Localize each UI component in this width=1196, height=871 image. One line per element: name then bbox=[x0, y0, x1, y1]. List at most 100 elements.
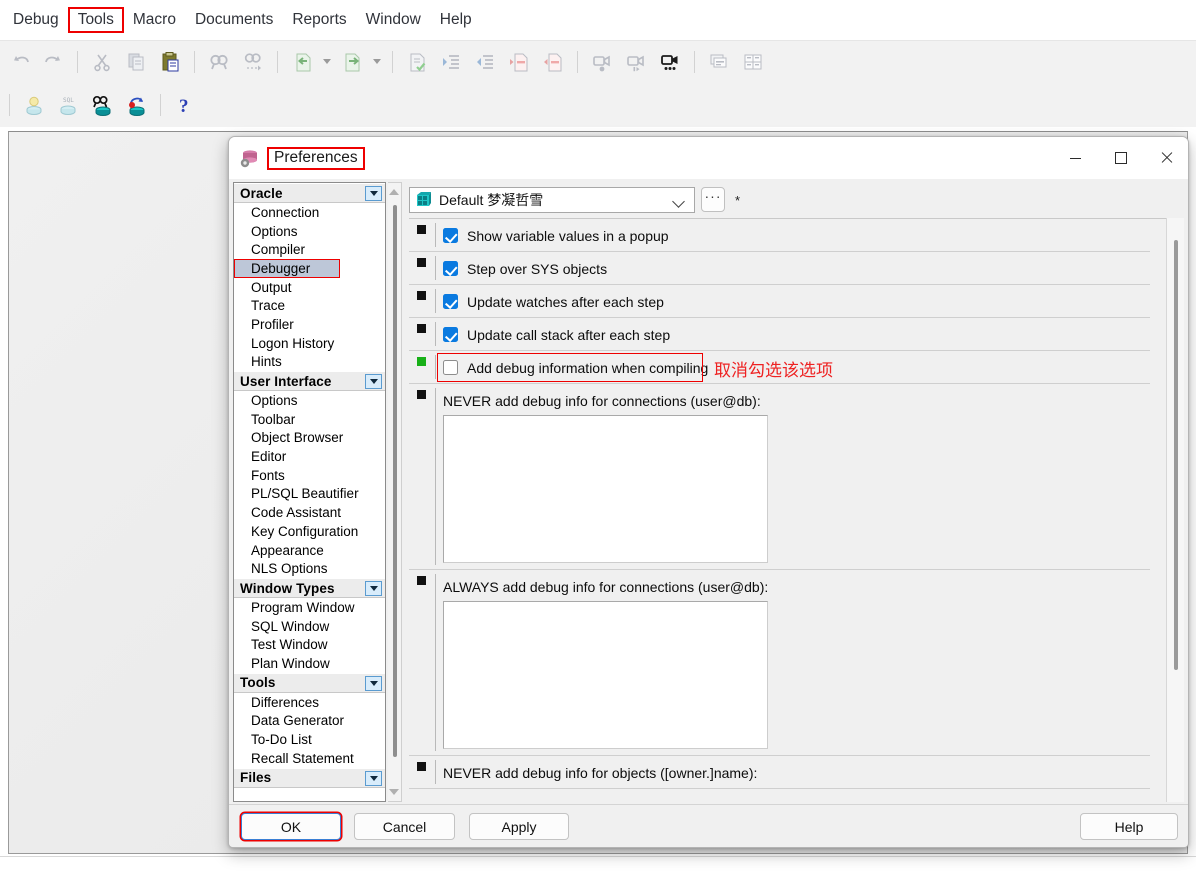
macro-library-icon[interactable] bbox=[653, 45, 687, 79]
cancel-button[interactable]: Cancel bbox=[354, 813, 455, 840]
export-icon[interactable] bbox=[335, 45, 369, 79]
sidebar-item-object-browser[interactable]: Object Browser bbox=[234, 429, 385, 448]
option-label[interactable]: Update call stack after each step bbox=[467, 327, 670, 343]
menu-item-documents[interactable]: Documents bbox=[186, 8, 282, 32]
profile-more-button[interactable]: ··· bbox=[701, 187, 725, 212]
outdent-icon[interactable] bbox=[468, 45, 502, 79]
sidebar-item-options[interactable]: Options bbox=[234, 391, 385, 410]
menu-item-window[interactable]: Window bbox=[357, 8, 430, 32]
checkbox-update-watches-after-each-step[interactable] bbox=[443, 294, 458, 309]
chevron-down-icon[interactable] bbox=[674, 195, 686, 207]
maximize-button[interactable] bbox=[1098, 137, 1144, 179]
sidebar-item-fonts[interactable]: Fonts bbox=[234, 466, 385, 485]
check-syntax-icon[interactable] bbox=[400, 45, 434, 79]
checkbox-step-over-sys-objects[interactable] bbox=[443, 261, 458, 276]
paste-icon[interactable] bbox=[153, 45, 187, 79]
tree-group-expander-icon[interactable] bbox=[365, 581, 382, 597]
tree-group-oracle[interactable]: Oracle bbox=[234, 183, 385, 203]
tree-group-expander-icon[interactable] bbox=[365, 675, 382, 691]
sidebar-item-differences[interactable]: Differences bbox=[234, 693, 385, 712]
copy-icon[interactable] bbox=[119, 45, 153, 79]
scroll-up-arrow-icon[interactable] bbox=[388, 184, 400, 200]
sidebar-item-trace[interactable]: Trace bbox=[234, 296, 385, 315]
sidebar-scrollbar[interactable] bbox=[388, 182, 402, 802]
dialog-title-bar[interactable]: Preferences bbox=[229, 137, 1188, 179]
option-label[interactable]: Step over SYS objects bbox=[467, 261, 607, 277]
import-icon[interactable] bbox=[285, 45, 319, 79]
menu-item-tools[interactable]: Tools bbox=[67, 7, 124, 33]
sidebar-item-test-window[interactable]: Test Window bbox=[234, 635, 385, 654]
tree-group-user-interface[interactable]: User Interface bbox=[234, 371, 385, 392]
tile-windows-icon[interactable] bbox=[736, 45, 770, 79]
menu-item-reports[interactable]: Reports bbox=[283, 8, 355, 32]
sidebar-item-debugger[interactable]: Debugger bbox=[234, 259, 340, 278]
sidebar-item-program-window[interactable]: Program Window bbox=[234, 598, 385, 617]
sidebar-item-key-configuration[interactable]: Key Configuration bbox=[234, 522, 385, 541]
sidebar-item-compiler[interactable]: Compiler bbox=[234, 240, 385, 259]
textarea-never-connections[interactable] bbox=[443, 415, 768, 563]
sidebar-item-pl-sql-beautifier[interactable]: PL/SQL Beautifier bbox=[234, 485, 385, 504]
import-dropdown-caret[interactable] bbox=[319, 45, 335, 79]
close-button[interactable] bbox=[1144, 137, 1188, 179]
sidebar-item-logon-history[interactable]: Logon History bbox=[234, 334, 385, 353]
profile-combobox[interactable]: Default 梦凝哲雪 bbox=[409, 187, 695, 213]
checkbox-add-debug-information-when-compiling[interactable] bbox=[443, 360, 458, 375]
checkbox-update-call-stack-after-each-step[interactable] bbox=[443, 327, 458, 342]
play-macro-icon[interactable] bbox=[619, 45, 653, 79]
scroll-down-arrow-icon[interactable] bbox=[388, 784, 400, 800]
menu-item-debug[interactable]: Debug bbox=[4, 8, 68, 32]
sidebar-item-data-generator[interactable]: Data Generator bbox=[234, 712, 385, 731]
tree-group-files[interactable]: Files bbox=[234, 767, 385, 788]
sidebar-item-hints[interactable]: Hints bbox=[234, 353, 385, 372]
help-button[interactable]: Help bbox=[1080, 813, 1178, 840]
content-scrollbar[interactable] bbox=[1166, 218, 1184, 802]
find-next-icon[interactable] bbox=[236, 45, 270, 79]
comment-icon[interactable] bbox=[502, 45, 536, 79]
new-sql-window-icon[interactable]: SQL bbox=[51, 88, 85, 122]
undo-icon[interactable] bbox=[2, 45, 36, 79]
help-question-icon[interactable]: ? bbox=[168, 88, 202, 122]
rollback-icon[interactable] bbox=[119, 88, 153, 122]
tree-group-window-types[interactable]: Window Types bbox=[234, 578, 385, 599]
tree-group-expander-icon[interactable] bbox=[365, 374, 382, 390]
sidebar-item-output[interactable]: Output bbox=[234, 278, 385, 297]
sidebar-item-connection[interactable]: Connection bbox=[234, 203, 385, 222]
cut-icon[interactable] bbox=[85, 45, 119, 79]
checkbox-show-variable-values-in-a-popup[interactable] bbox=[443, 228, 458, 243]
sidebar-item-recall-statement[interactable]: Recall Statement bbox=[234, 749, 385, 768]
option-label[interactable]: Show variable values in a popup bbox=[467, 228, 669, 244]
record-macro-icon[interactable] bbox=[585, 45, 619, 79]
indent-icon[interactable] bbox=[434, 45, 468, 79]
menu-item-macro[interactable]: Macro bbox=[124, 8, 185, 32]
menu-item-help[interactable]: Help bbox=[431, 8, 481, 32]
sidebar-item-plan-window[interactable]: Plan Window bbox=[234, 654, 385, 673]
sidebar-item-sql-window[interactable]: SQL Window bbox=[234, 617, 385, 636]
sidebar-item-editor[interactable]: Editor bbox=[234, 447, 385, 466]
new-program-window-icon[interactable] bbox=[17, 88, 51, 122]
option-label[interactable]: Update watches after each step bbox=[467, 294, 664, 310]
content-scrollbar-thumb[interactable] bbox=[1174, 240, 1178, 670]
sidebar-item-toolbar[interactable]: Toolbar bbox=[234, 410, 385, 429]
sidebar-item-nls-options[interactable]: NLS Options bbox=[234, 559, 385, 578]
sidebar-item-code-assistant[interactable]: Code Assistant bbox=[234, 503, 385, 522]
minimize-button[interactable] bbox=[1052, 137, 1098, 179]
uncomment-icon[interactable] bbox=[536, 45, 570, 79]
redo-icon[interactable] bbox=[36, 45, 70, 79]
sidebar-item-to-do-list[interactable]: To-Do List bbox=[234, 730, 385, 749]
option-label[interactable]: Add debug information when compiling bbox=[467, 360, 708, 376]
sidebar-scrollbar-thumb[interactable] bbox=[392, 205, 397, 757]
apply-button[interactable]: Apply bbox=[469, 813, 569, 840]
tree-group-expander-icon[interactable] bbox=[365, 186, 382, 201]
find-icon[interactable] bbox=[202, 45, 236, 79]
preferences-category-tree[interactable]: Oracle Connection Options Compiler Debugger O… bbox=[233, 182, 386, 802]
cascade-windows-icon[interactable] bbox=[702, 45, 736, 79]
sidebar-item-profiler[interactable]: Profiler bbox=[234, 315, 385, 334]
export-dropdown-caret[interactable] bbox=[369, 45, 385, 79]
tree-group-tools[interactable]: Tools bbox=[234, 672, 385, 693]
ok-button[interactable]: OK bbox=[241, 813, 341, 840]
browse-database-icon[interactable] bbox=[85, 88, 119, 122]
sidebar-item-appearance[interactable]: Appearance bbox=[234, 541, 385, 560]
sidebar-item-options[interactable]: Options bbox=[234, 222, 385, 241]
tree-group-expander-icon[interactable] bbox=[365, 770, 382, 786]
textarea-always-connections[interactable] bbox=[443, 601, 768, 749]
